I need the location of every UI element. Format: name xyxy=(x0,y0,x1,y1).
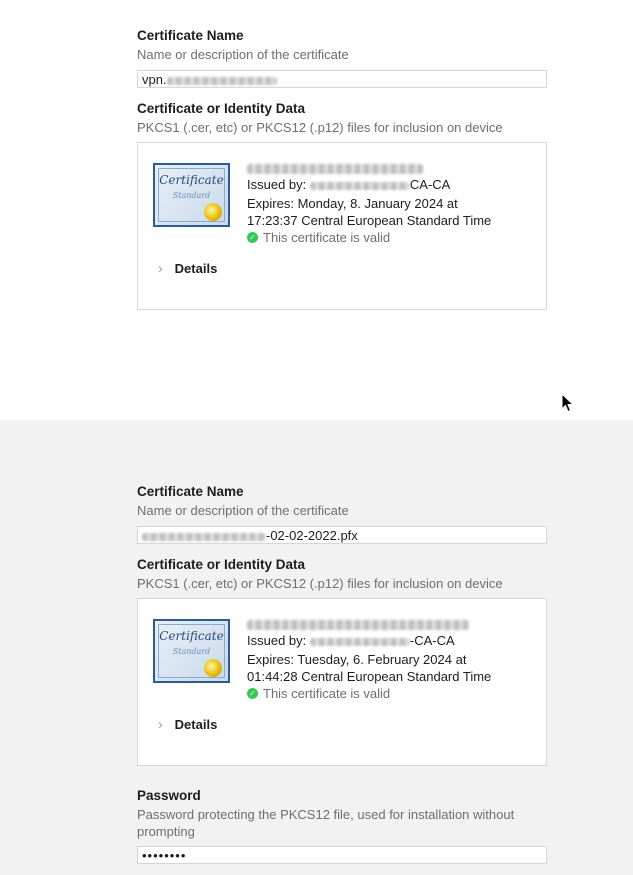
details-label: Details xyxy=(174,716,218,732)
certificate-box: Certificate Standard Issued by: -CA-CA E… xyxy=(137,598,547,766)
password-section: Password Password protecting the PKCS12 … xyxy=(137,787,547,864)
certificate-name-value: vpn. xyxy=(142,72,167,87)
certificate-name-title: Certificate Name xyxy=(137,28,244,43)
details-disclosure[interactable]: › Details xyxy=(158,260,217,276)
checkmark-circle-icon: ✓ xyxy=(247,232,258,243)
issued-by: Issued by: -CA-CA xyxy=(247,633,455,648)
redacted-text xyxy=(142,532,266,541)
seal-icon xyxy=(204,203,222,221)
certificate-info: Issued by: CA-CA Expires: Monday, 8. Jan… xyxy=(247,159,537,246)
certificate-name-field[interactable]: vpn. xyxy=(137,70,547,88)
certificate-icon-label: Certificate xyxy=(159,173,224,187)
identity-data-description: PKCS1 (.cer, etc) or PKCS12 (.p12) files… xyxy=(137,576,503,591)
bottom-panel: Certificate Name Name or description of … xyxy=(0,420,633,875)
certificate-name-field[interactable]: -02-02-2022.pfx xyxy=(137,526,547,544)
certificate-name-description: Name or description of the certificate xyxy=(137,47,349,62)
details-disclosure[interactable]: › Details xyxy=(158,716,217,732)
expires-line-2: 01:44:28 Central European Standard Time xyxy=(247,669,492,684)
certificate-name-description: Name or description of the certificate xyxy=(137,503,349,518)
seal-icon xyxy=(204,659,222,677)
checkmark-circle-icon: ✓ xyxy=(247,688,258,699)
certificate-common-name xyxy=(247,615,537,632)
certificate-common-name xyxy=(247,159,537,176)
issued-by: Issued by: CA-CA xyxy=(247,177,451,192)
certificate-name-section: Certificate Name Name or description of … xyxy=(137,483,547,544)
certificate-icon: Certificate Standard xyxy=(153,619,230,683)
certificate-icon-sublabel: Standard xyxy=(172,647,211,656)
redacted-text xyxy=(309,637,410,646)
identity-data-section: Certificate or Identity Data PKCS1 (.cer… xyxy=(137,556,547,766)
redacted-text xyxy=(166,76,277,85)
certificate-icon: Certificate Standard xyxy=(153,163,230,227)
identity-data-title: Certificate or Identity Data xyxy=(137,101,306,116)
chevron-right-icon[interactable]: › xyxy=(158,716,163,732)
password-field[interactable]: •••••••• xyxy=(137,846,547,864)
redacted-text xyxy=(309,181,410,190)
certificate-icon-label: Certificate xyxy=(159,629,224,643)
redacted-text xyxy=(247,619,469,630)
password-title: Password xyxy=(137,788,201,803)
expires-line-1: Expires: Tuesday, 6. February 2024 at xyxy=(247,652,467,667)
mouse-pointer-icon xyxy=(561,393,575,413)
certificate-info: Issued by: -CA-CA Expires: Tuesday, 6. F… xyxy=(247,615,537,702)
certificate-icon-sublabel: Standard xyxy=(172,191,211,200)
identity-data-section: Certificate or Identity Data PKCS1 (.cer… xyxy=(137,100,547,310)
redacted-text xyxy=(247,163,423,174)
certificate-name-section: Certificate Name Name or description of … xyxy=(137,27,547,88)
certificate-box: Certificate Standard Issued by: CA-CA Ex… xyxy=(137,142,547,310)
certificate-name-title: Certificate Name xyxy=(137,484,244,499)
expires-line-2: 17:23:37 Central European Standard Time xyxy=(247,213,492,228)
expires-line-1: Expires: Monday, 8. January 2024 at xyxy=(247,196,458,211)
identity-data-description: PKCS1 (.cer, etc) or PKCS12 (.p12) files… xyxy=(137,120,503,135)
certificate-name-value: -02-02-2022.pfx xyxy=(266,528,358,543)
password-description: Password protecting the PKCS12 file, use… xyxy=(137,807,515,839)
validity-status: ✓ This certificate is valid xyxy=(247,685,537,702)
top-panel: Certificate Name Name or description of … xyxy=(0,0,633,420)
validity-status: ✓ This certificate is valid xyxy=(247,229,537,246)
chevron-right-icon[interactable]: › xyxy=(158,260,163,276)
details-label: Details xyxy=(174,260,218,276)
identity-data-title: Certificate or Identity Data xyxy=(137,557,306,572)
